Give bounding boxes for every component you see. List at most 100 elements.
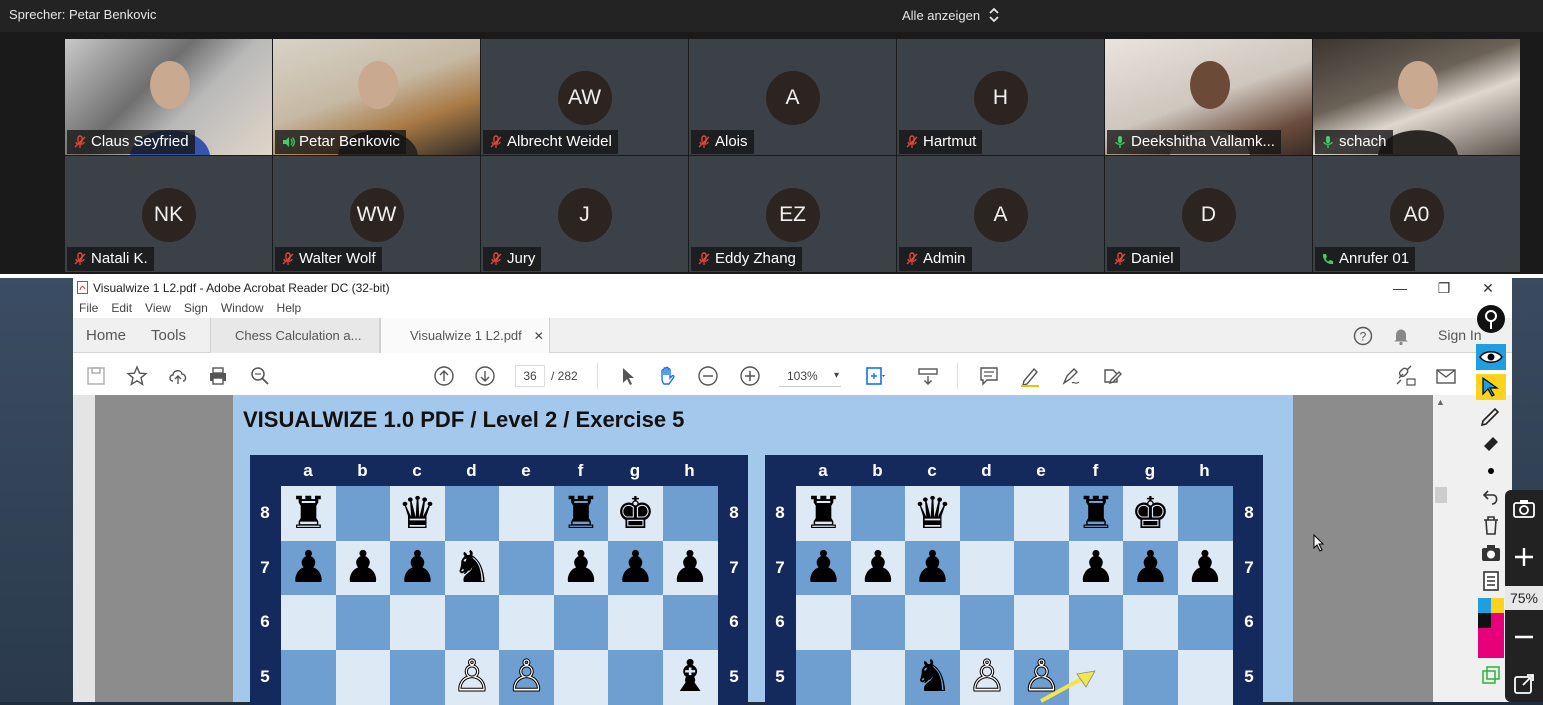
popout-icon[interactable]	[1512, 672, 1536, 696]
page-number-input[interactable]: 36	[515, 365, 545, 387]
tab-bar: Home Tools Chess Calculation a... Visual…	[73, 318, 1512, 353]
mic-muted-icon	[698, 135, 710, 148]
select-cursor-icon[interactable]	[616, 365, 638, 387]
share-link-icon[interactable]	[1394, 365, 1416, 387]
highlight-pen-icon[interactable]	[1019, 365, 1041, 387]
comment-icon[interactable]	[978, 365, 1000, 387]
notification-bell-icon[interactable]	[1391, 326, 1411, 346]
palette-color-swatches[interactable]	[1476, 598, 1506, 658]
participant-tile[interactable]: Claus Seyfried	[65, 39, 272, 155]
document-viewer[interactable]: VISUALWIZE 1.0 PDF / Level 2 / Exercise …	[73, 395, 1512, 705]
minimize-button[interactable]: —	[1380, 278, 1420, 298]
menu-file[interactable]: File	[79, 301, 98, 315]
board-rank-label: 5	[260, 666, 270, 686]
menu-sign[interactable]: Sign	[184, 301, 208, 315]
menu-edit[interactable]: Edit	[111, 301, 132, 315]
palette-eraser-icon[interactable]	[1476, 430, 1506, 456]
palette-notes-icon[interactable]	[1476, 568, 1506, 594]
widget-zoom-percent: 75%	[1505, 586, 1543, 610]
vertical-scrollbar[interactable]: ▲	[1433, 395, 1449, 702]
close-button[interactable]: ✕	[1468, 278, 1508, 298]
menu-window[interactable]: Window	[221, 301, 264, 315]
menu-view[interactable]: View	[145, 301, 171, 315]
chess-piece: ♛	[390, 486, 445, 541]
screenshot-camera-icon[interactable]	[1512, 496, 1536, 520]
board-file-label: b	[357, 461, 368, 480]
participant-avatar: A0	[1389, 188, 1444, 242]
scrollbar-thumb[interactable]	[1435, 487, 1447, 503]
help-icon[interactable]: ?	[1353, 326, 1373, 346]
palette-eye-icon[interactable]	[1476, 344, 1506, 370]
participant-tile[interactable]: D Daniel	[1105, 156, 1312, 272]
board-square	[850, 486, 906, 541]
palette-dot-icon[interactable]	[1476, 458, 1506, 484]
chess-piece: ♟	[281, 540, 336, 596]
participant-name-text: Albrecht Weidel	[507, 133, 612, 150]
palette-camera-icon[interactable]	[1476, 540, 1506, 566]
participant-name: Alois	[691, 130, 754, 154]
board-rank-label: 6	[729, 612, 739, 631]
cloud-upload-icon[interactable]	[167, 365, 189, 387]
tab-home[interactable]: Home	[86, 318, 126, 353]
page-up-icon[interactable]	[433, 365, 455, 387]
page-fit-icon[interactable]	[864, 365, 886, 387]
chess-piece: ♟	[335, 540, 391, 596]
participant-tile[interactable]: NK Natali K.	[65, 156, 272, 272]
tab-tools[interactable]: Tools	[151, 318, 186, 353]
participant-tile[interactable]: schach	[1313, 39, 1520, 155]
board-file-label: e	[521, 461, 531, 480]
participant-name-text: Hartmut	[923, 133, 977, 150]
participant-tile[interactable]: J Jury	[481, 156, 688, 272]
read-mode-icon[interactable]	[917, 365, 939, 387]
participant-tile[interactable]: A Alois	[689, 39, 896, 155]
palette-pencil-icon[interactable]	[1476, 402, 1506, 428]
svg-text:?: ?	[1360, 330, 1367, 344]
participant-tile[interactable]: A0 Anrufer 01	[1313, 156, 1520, 272]
board-square	[1177, 486, 1233, 541]
participant-tile[interactable]: Petar Benkovic	[273, 39, 480, 155]
search-zoom-icon[interactable]	[249, 365, 271, 387]
palette-trash-icon[interactable]	[1476, 512, 1506, 538]
board-square	[1068, 595, 1124, 650]
palette-pointer-icon[interactable]	[1476, 374, 1506, 400]
participant-name: Admin	[899, 247, 972, 271]
tab-document-visualwize[interactable]: Visualwize 1 L2.pdf ✕	[380, 318, 550, 353]
participant-tile[interactable]: EZ Eddy Zhang	[689, 156, 896, 272]
participant-name-text: Claus Seyfried	[91, 133, 189, 150]
view-all-button[interactable]: Alle anzeigen	[902, 7, 1000, 23]
chess-piece: ♙	[959, 649, 1015, 705]
zoom-in-icon[interactable]	[739, 365, 761, 387]
page-down-icon[interactable]	[474, 365, 496, 387]
hand-tool-icon[interactable]	[656, 365, 678, 387]
board-file-label: e	[1036, 461, 1046, 480]
tab-document-chess[interactable]: Chess Calculation a...	[210, 318, 380, 353]
zoom-level-select[interactable]: 103%	[779, 365, 841, 387]
widget-zoom-out-icon[interactable]	[1512, 625, 1536, 649]
participant-avatar: A	[765, 71, 820, 125]
participant-tile[interactable]: A Admin	[897, 156, 1104, 272]
participant-tile[interactable]: AW Albrecht Weidel	[481, 39, 688, 155]
restore-button[interactable]: ❐	[1424, 278, 1464, 298]
palette-undo-icon[interactable]	[1476, 484, 1506, 510]
participant-tile[interactable]: H Hartmut	[897, 39, 1104, 155]
zoom-out-icon[interactable]	[697, 365, 719, 387]
board-rank-label: 8	[775, 503, 785, 522]
participant-avatar: J	[557, 188, 612, 242]
fill-sign-icon[interactable]	[1101, 365, 1123, 387]
participant-tile[interactable]: WW Walter Wolf	[273, 156, 480, 272]
palette-pin-icon[interactable]	[1476, 305, 1506, 333]
bookmark-star-icon[interactable]	[126, 365, 148, 387]
participant-avatar: D	[1181, 188, 1236, 242]
participant-name: schach	[1315, 130, 1393, 154]
palette-layers-icon[interactable]	[1476, 662, 1506, 688]
widget-zoom-in-icon[interactable]	[1512, 545, 1536, 569]
scroll-up-arrow-icon[interactable]: ▲	[1436, 397, 1445, 407]
email-icon[interactable]	[1435, 365, 1457, 387]
print-icon[interactable]	[207, 365, 229, 387]
close-tab-icon[interactable]: ✕	[534, 329, 544, 343]
menu-help[interactable]: Help	[277, 301, 302, 315]
participant-name: Anrufer 01	[1315, 247, 1416, 271]
save-icon[interactable]	[85, 365, 107, 387]
participant-tile[interactable]: Deekshitha Vallamk...	[1105, 39, 1312, 155]
draw-pen-icon[interactable]	[1060, 365, 1082, 387]
